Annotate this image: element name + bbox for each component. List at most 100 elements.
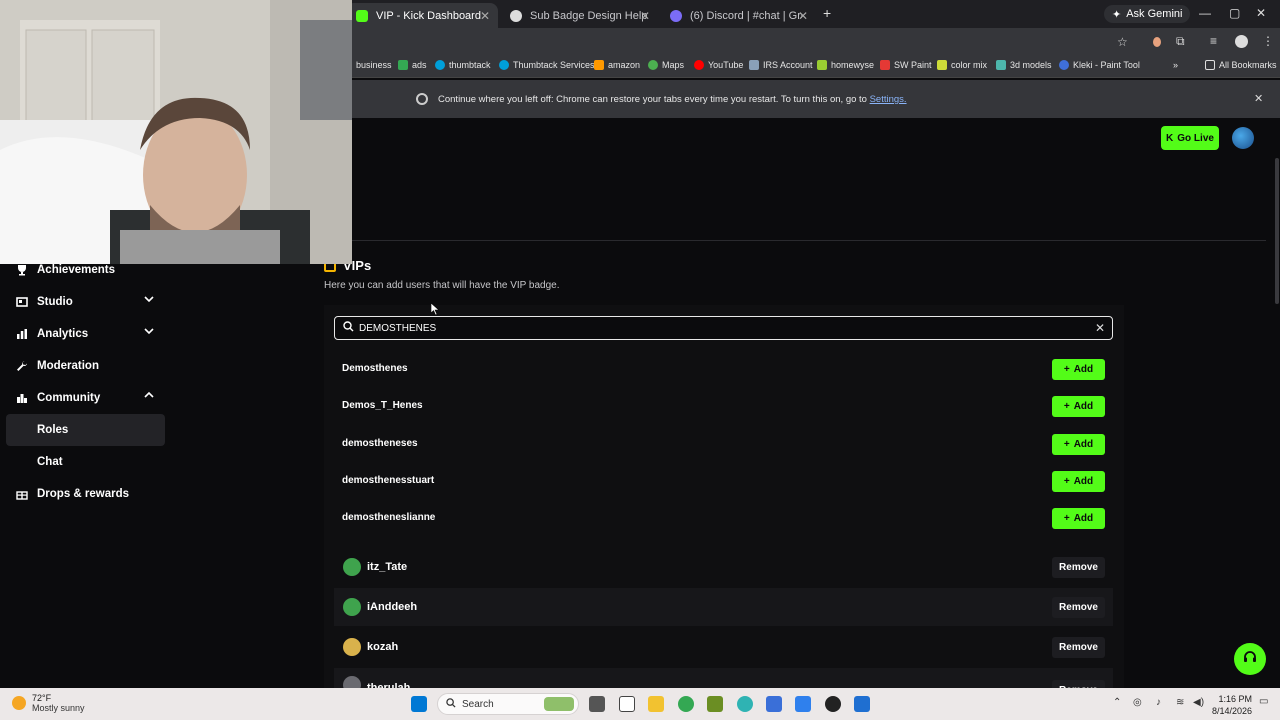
- weather-widget[interactable]: 72°F Mostly sunny: [12, 693, 85, 713]
- kick-favicon-icon: [356, 9, 368, 22]
- paint-icon[interactable]: [795, 696, 811, 712]
- bookmark-color-mix[interactable]: color mix: [937, 60, 987, 70]
- ask-gemini-button[interactable]: ✦ Ask Gemini: [1104, 5, 1191, 23]
- thumbtack-icon: [435, 60, 445, 70]
- color-mix-icon: [937, 60, 947, 70]
- tab-title: (6) Discord | #chat | Greatwhite: [690, 9, 802, 22]
- bookmark-business[interactable]: business: [356, 60, 392, 70]
- close-window-icon[interactable]: ✕: [1256, 6, 1266, 20]
- minecraft-icon[interactable]: [707, 696, 723, 712]
- profile-avatar[interactable]: [1235, 35, 1248, 48]
- close-tab-icon[interactable]: ✕: [798, 9, 808, 23]
- windows-start-icon[interactable]: [411, 696, 427, 712]
- add-vip-button[interactable]: + Add: [1052, 508, 1105, 529]
- network-icon[interactable]: ◎: [1133, 697, 1142, 708]
- chatgpt-favicon-icon: [510, 9, 522, 22]
- minimize-icon[interactable]: —: [1199, 6, 1211, 20]
- bookmark-thumbtack-services[interactable]: Thumbtack Services: [499, 60, 595, 70]
- chart-icon: [16, 328, 28, 340]
- sidebar-item-community[interactable]: Community: [16, 391, 154, 404]
- chrome-taskbar-icon[interactable]: [678, 696, 694, 712]
- sidebar-item-analytics[interactable]: Analytics: [16, 328, 154, 340]
- sidebar-item-achievements[interactable]: Achievements: [16, 264, 115, 276]
- avatar: [343, 558, 361, 576]
- add-vip-button[interactable]: + Add: [1052, 396, 1105, 417]
- sidebar-item-roles[interactable]: Roles: [37, 424, 68, 436]
- bookmark-irs-account[interactable]: IRS Account: [749, 60, 813, 70]
- media-control-icon[interactable]: ≡: [1210, 34, 1217, 48]
- webcam-overlay: [0, 0, 352, 264]
- close-tab-icon[interactable]: ✕: [480, 9, 490, 23]
- calculator-icon[interactable]: [766, 696, 782, 712]
- bookmark-label: SW Paint: [894, 60, 932, 70]
- scrollbar[interactable]: [1275, 158, 1279, 304]
- all-bookmarks[interactable]: All Bookmarks: [1205, 60, 1277, 70]
- remove-vip-button[interactable]: Remove: [1052, 557, 1105, 578]
- 3d-models-icon: [996, 60, 1006, 70]
- close-infobar-icon[interactable]: ✕: [1254, 92, 1263, 105]
- help-chat-button[interactable]: [1234, 643, 1266, 675]
- search-result-name: Demosthenes: [342, 363, 408, 374]
- sw-paint-icon: [880, 60, 890, 70]
- notification-bell-icon[interactable]: ▭: [1259, 696, 1268, 707]
- obs-icon[interactable]: [825, 696, 841, 712]
- sidebar-item-moderation[interactable]: Moderation: [16, 360, 99, 372]
- bookmark-ads[interactable]: ads: [398, 60, 427, 70]
- bookmark-thumbtack[interactable]: thumbtack: [435, 60, 491, 70]
- more-bookmarks-icon[interactable]: »: [1173, 60, 1178, 70]
- homewyse-icon: [817, 60, 827, 70]
- taskbar-search[interactable]: Search: [437, 693, 579, 715]
- tab-vip-kick-dashboard[interactable]: VIP - Kick Dashboard ✕: [346, 3, 498, 28]
- new-tab-icon[interactable]: +: [823, 5, 831, 21]
- add-vip-button[interactable]: + Add: [1052, 434, 1105, 455]
- maximize-icon[interactable]: ▢: [1229, 6, 1240, 20]
- bookmark-youtube[interactable]: YouTube: [694, 60, 743, 70]
- bookmark-maps[interactable]: Maps: [648, 60, 684, 70]
- remove-vip-button[interactable]: Remove: [1052, 680, 1105, 688]
- search-icon: [343, 319, 354, 337]
- chevron-down-icon[interactable]: [144, 294, 154, 307]
- remove-vip-button[interactable]: Remove: [1052, 637, 1105, 658]
- tab-sub-badge-design-help[interactable]: Sub Badge Design Help ✕: [500, 3, 658, 28]
- bookmark-homewyse[interactable]: homewyse: [817, 60, 874, 70]
- chrome-menu-icon[interactable]: ⋮: [1262, 34, 1274, 48]
- search-input[interactable]: [359, 322, 1059, 334]
- chevron-down-icon[interactable]: [144, 326, 154, 339]
- extensions-puzzle-icon[interactable]: ⧉: [1176, 34, 1185, 49]
- bookmark-label: IRS Account: [763, 60, 813, 70]
- settings-link[interactable]: Settings.: [870, 94, 907, 105]
- sidebar-item-chat[interactable]: Chat: [37, 456, 63, 468]
- add-vip-button[interactable]: + Add: [1052, 471, 1105, 492]
- bookmark-kleki[interactable]: Kleki - Paint Tool: [1059, 60, 1140, 70]
- chevron-up-icon[interactable]: ⌃: [1113, 697, 1121, 708]
- taskbar-clock[interactable]: 1:16 PM 8/14/2026: [1208, 693, 1252, 717]
- store-icon[interactable]: [854, 696, 870, 712]
- go-live-button[interactable]: K Go Live: [1161, 126, 1219, 150]
- vip-search-field[interactable]: ✕: [334, 316, 1113, 340]
- add-vip-button[interactable]: + Add: [1052, 359, 1105, 380]
- wifi-icon[interactable]: ≋: [1176, 697, 1184, 708]
- restore-text: Continue where you left off: Chrome can …: [438, 94, 870, 105]
- volume-icon[interactable]: ◀): [1193, 697, 1204, 708]
- notepad-icon[interactable]: [619, 696, 635, 712]
- sidebar-item-studio[interactable]: Studio: [16, 296, 154, 308]
- bookmark-3d-models[interactable]: 3d models: [996, 60, 1052, 70]
- bookmark-sw-paint[interactable]: SW Paint: [880, 60, 932, 70]
- taskbar-search-label: Search: [462, 698, 494, 710]
- weather-temp: 72°F: [32, 693, 52, 703]
- clear-search-icon[interactable]: ✕: [1095, 321, 1105, 335]
- user-avatar[interactable]: [1232, 127, 1254, 149]
- tab-discord[interactable]: (6) Discord | #chat | Greatwhite ✕: [660, 3, 816, 28]
- file-explorer-icon[interactable]: [648, 696, 664, 712]
- app-icon[interactable]: [737, 696, 753, 712]
- bookmark-star-icon[interactable]: ☆: [1117, 35, 1128, 49]
- chevron-up-icon[interactable]: [144, 390, 154, 403]
- remove-vip-button[interactable]: Remove: [1052, 597, 1105, 618]
- sidebar-item-drops-rewards[interactable]: Drops & rewards: [16, 488, 129, 500]
- microphone-icon[interactable]: ♪: [1156, 697, 1161, 708]
- vip-row: itz_Tate Remove: [334, 548, 1113, 586]
- task-view-icon[interactable]: [589, 696, 605, 712]
- bookmark-amazon[interactable]: amazon: [594, 60, 640, 70]
- extension-icon[interactable]: [1153, 37, 1161, 47]
- close-tab-icon[interactable]: ✕: [640, 9, 650, 23]
